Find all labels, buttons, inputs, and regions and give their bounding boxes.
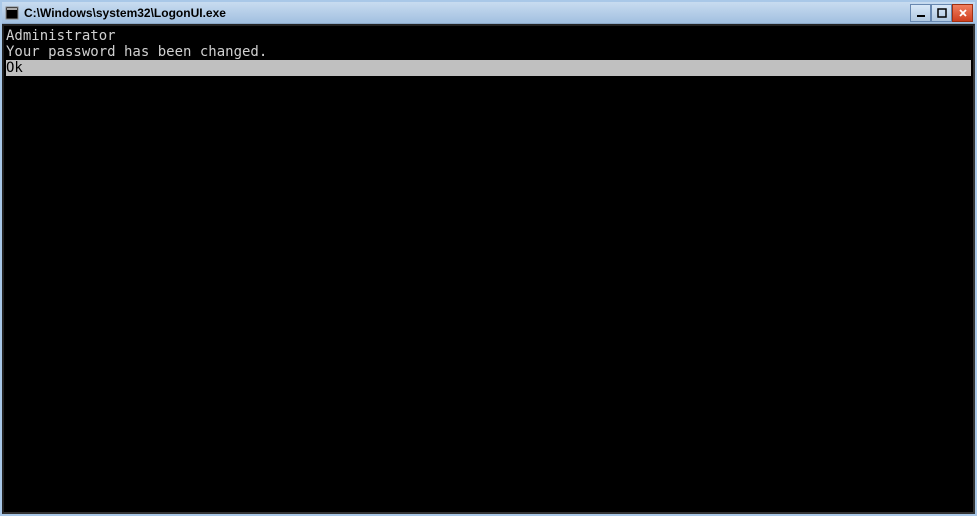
console-output[interactable]: Administrator Your password has been cha… bbox=[2, 24, 975, 514]
window-controls bbox=[910, 4, 973, 22]
console-line: Administrator bbox=[6, 28, 971, 44]
titlebar[interactable]: C:\Windows\system32\LogonUI.exe bbox=[2, 2, 975, 24]
window-title: C:\Windows\system32\LogonUI.exe bbox=[24, 6, 910, 20]
window-frame: C:\Windows\system32\LogonUI.exe Administ bbox=[0, 0, 977, 516]
maximize-button[interactable] bbox=[931, 4, 952, 22]
app-icon bbox=[4, 5, 20, 21]
console-line-selected[interactable]: Ok bbox=[6, 60, 971, 76]
close-button[interactable] bbox=[952, 4, 973, 22]
console-line: Your password has been changed. bbox=[6, 44, 971, 60]
minimize-button[interactable] bbox=[910, 4, 931, 22]
